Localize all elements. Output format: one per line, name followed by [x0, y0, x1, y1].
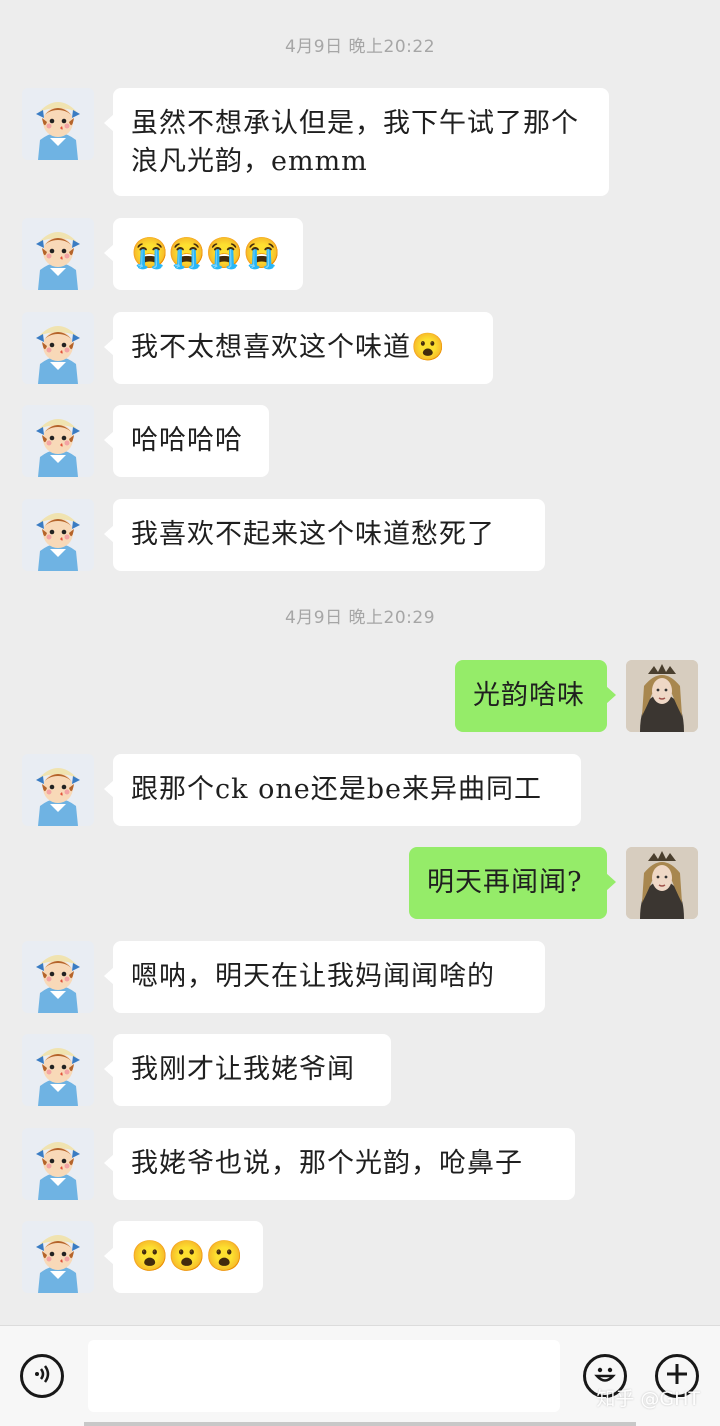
- message-row-sent: 明天再闻闻?: [0, 847, 720, 919]
- message-row-received: 虽然不想承认但是，我下午试了那个浪凡光韵，emmm: [0, 88, 720, 196]
- contact-avatar[interactable]: [22, 941, 94, 1013]
- message-row-received: 跟那个ck one还是be来异曲同工: [0, 754, 720, 826]
- message-bubble[interactable]: 我刚才让我姥爷闻: [104, 1034, 391, 1106]
- message-bubble[interactable]: 哈哈哈哈: [104, 405, 269, 477]
- contact-avatar[interactable]: [22, 218, 94, 290]
- message-bubble[interactable]: 跟那个ck one还是be来异曲同工: [104, 754, 581, 826]
- watermark: 知乎 @GHT: [596, 1388, 700, 1410]
- chat-area: 4月9日 晚上20:22 虽然不想承认但是，我下午试了那个浪凡光韵，emmm 😭😭😭…: [0, 0, 720, 1325]
- contact-avatar[interactable]: [22, 1221, 94, 1293]
- message-row-received: 我喜欢不起来这个味道愁死了: [0, 499, 720, 571]
- contact-avatar[interactable]: [22, 88, 94, 160]
- message-row-received: 我不太想喜欢这个味道😮: [0, 312, 720, 384]
- contact-avatar[interactable]: [22, 405, 94, 477]
- message-bubble[interactable]: 明天再闻闻?: [409, 847, 616, 919]
- message-bubble[interactable]: 我喜欢不起来这个味道愁死了: [104, 499, 545, 571]
- my-avatar[interactable]: [626, 660, 698, 732]
- message-row-received: 😭😭😭😭: [0, 218, 720, 290]
- message-bubble[interactable]: 我不太想喜欢这个味道😮: [104, 312, 493, 384]
- message-row-received: 😮😮😮: [0, 1221, 720, 1293]
- message-row-received: 嗯呐，明天在让我妈闻闻啥的: [0, 941, 720, 1013]
- message-row-sent: 光韵啥味: [0, 660, 720, 732]
- message-row-received: 我姥爷也说，那个光韵，呛鼻子: [0, 1128, 720, 1200]
- contact-avatar[interactable]: [22, 1128, 94, 1200]
- contact-avatar[interactable]: [22, 754, 94, 826]
- message-bubble[interactable]: 😭😭😭😭: [104, 218, 303, 290]
- voice-button[interactable]: [20, 1354, 64, 1398]
- message-bubble[interactable]: 我姥爷也说，那个光韵，呛鼻子: [104, 1128, 575, 1200]
- bottom-divider: [84, 1422, 636, 1426]
- contact-avatar[interactable]: [22, 499, 94, 571]
- message-bubble[interactable]: 光韵啥味: [455, 660, 616, 732]
- contact-avatar[interactable]: [22, 1034, 94, 1106]
- voice-icon: [30, 1362, 54, 1390]
- message-bubble[interactable]: 嗯呐，明天在让我妈闻闻啥的: [104, 941, 545, 1013]
- message-bubble[interactable]: 虽然不想承认但是，我下午试了那个浪凡光韵，emmm: [104, 88, 609, 196]
- contact-avatar[interactable]: [22, 312, 94, 384]
- input-bar: 知乎 @GHT: [0, 1325, 720, 1426]
- timestamp: 4月9日 晚上20:22: [284, 37, 436, 57]
- message-bubble[interactable]: 😮😮😮: [104, 1221, 263, 1293]
- message-row-received: 我刚才让我姥爷闻: [0, 1034, 720, 1106]
- timestamp: 4月9日 晚上20:29: [284, 608, 436, 628]
- my-avatar[interactable]: [626, 847, 698, 919]
- message-row-received: 哈哈哈哈: [0, 405, 720, 477]
- message-input[interactable]: [88, 1340, 560, 1412]
